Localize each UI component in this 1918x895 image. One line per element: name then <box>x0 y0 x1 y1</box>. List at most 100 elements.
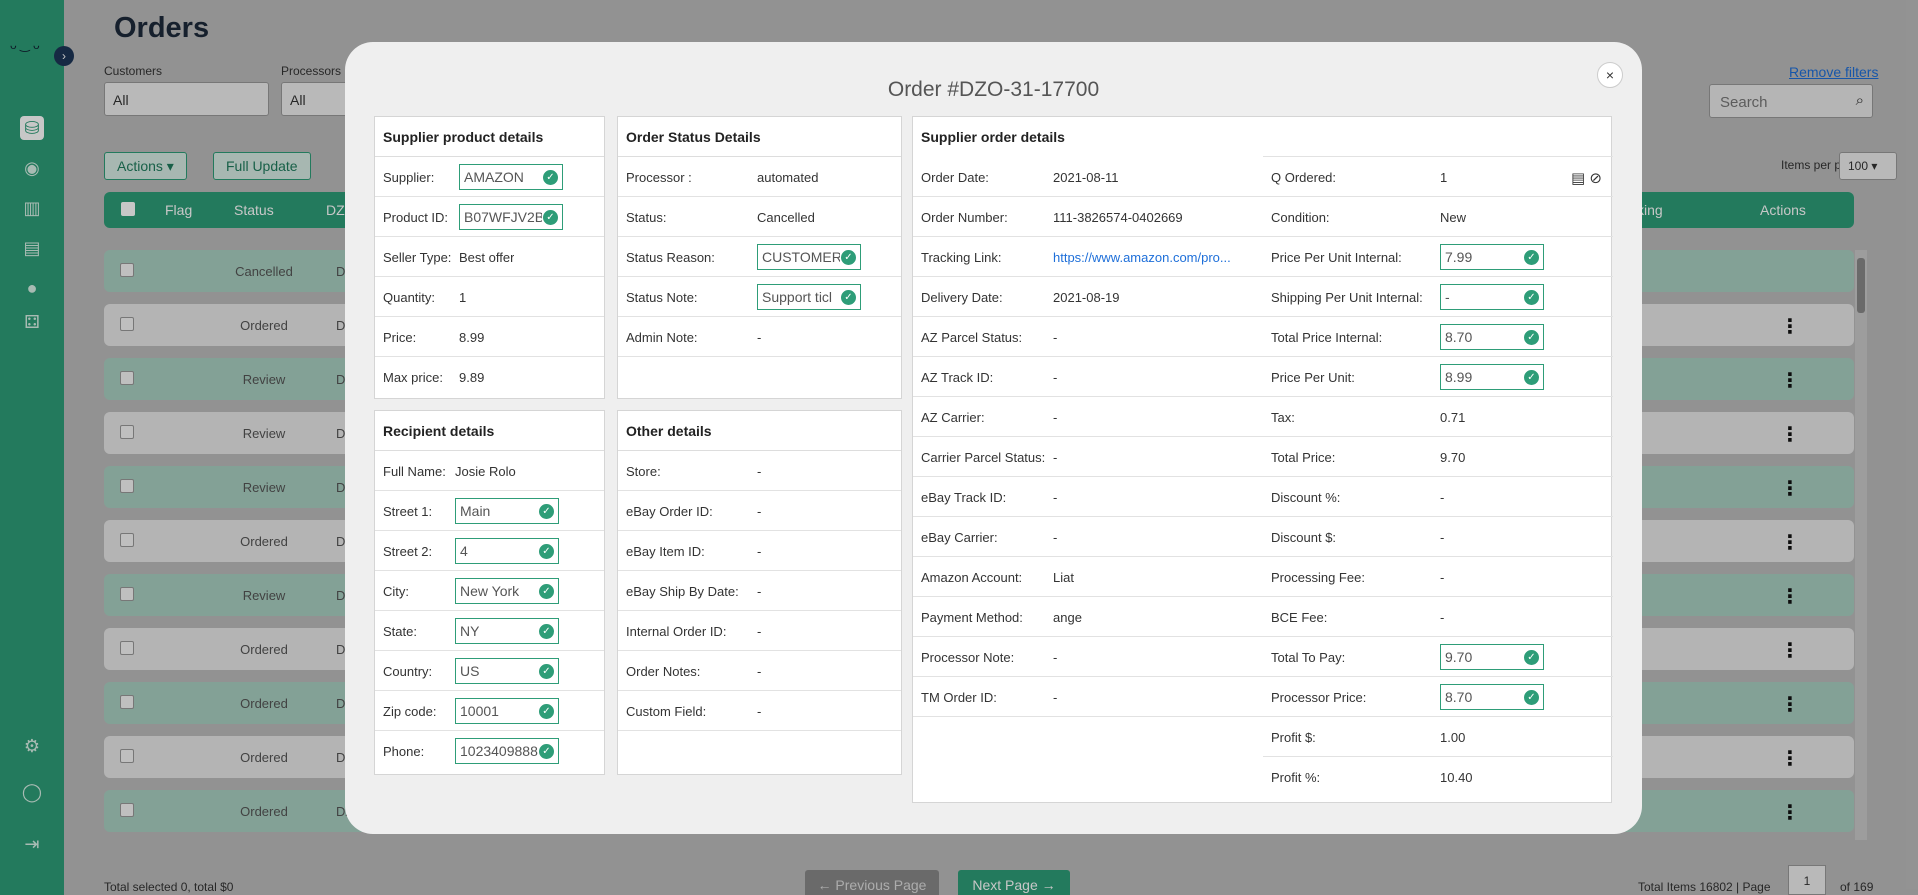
field-label: Order Notes: <box>626 664 701 679</box>
field-label: Status: <box>626 210 667 225</box>
field-row-processor-note: Processor Note: - <box>913 637 1263 677</box>
processor-price-input[interactable]: 8.70 ✓ <box>1440 684 1544 710</box>
order-notes-value: - <box>757 664 762 679</box>
delivery-date-value: 2021-08-19 <box>1053 290 1120 305</box>
field-label: Quantity: <box>383 290 436 305</box>
input-value: 8.99 <box>1445 369 1473 385</box>
supplier-order-card: Supplier order details Order Date: 2021-0… <box>912 116 1613 803</box>
field-label: Processor Note: <box>921 650 1015 665</box>
input-value: US <box>460 663 480 679</box>
field-label: Profit $: <box>1271 730 1316 745</box>
check-icon: ✓ <box>1524 330 1539 345</box>
field-row-shipping-per-unit-internal: Shipping Per Unit Internal: - ✓ <box>1263 277 1613 317</box>
field-label: Status Note: <box>626 290 698 305</box>
street-1-input[interactable]: Main ✓ <box>455 498 559 524</box>
field-row-store: Store: - <box>618 451 901 491</box>
city-input[interactable]: New York ✓ <box>455 578 559 604</box>
close-modal-button[interactable]: × <box>1597 62 1623 88</box>
field-label: eBay Item ID: <box>626 544 705 559</box>
street-2-input[interactable]: 4 ✓ <box>455 538 559 564</box>
field-label: Internal Order ID: <box>626 624 727 639</box>
field-label: Max price: <box>383 370 443 385</box>
field-label: Tax: <box>1271 410 1295 425</box>
product-id-input[interactable]: B07WFJV2B ✓ <box>459 204 563 230</box>
total-to-pay-input[interactable]: 9.70 ✓ <box>1440 644 1544 670</box>
field-row-street-2: Street 2: 4 ✓ <box>375 531 604 571</box>
order-date-value: 2021-08-11 <box>1053 170 1119 185</box>
status-reason-input[interactable]: CUSTOMER ✓ <box>757 244 861 270</box>
zip-code-input[interactable]: 10001 ✓ <box>455 698 559 724</box>
card-title: Supplier product details <box>375 117 604 157</box>
field-label: Price Per Unit Internal: <box>1271 250 1402 265</box>
field-row-carrier-parcel-status: Carrier Parcel Status: - <box>913 437 1263 477</box>
check-icon: ✓ <box>543 210 558 225</box>
field-label: Street 2: <box>383 544 433 559</box>
field-row-total-price-internal: Total Price Internal: 8.70 ✓ <box>1263 317 1613 357</box>
condition-value: New <box>1440 210 1467 225</box>
field-row-total-to-pay: Total To Pay: 9.70 ✓ <box>1263 637 1613 677</box>
check-icon: ✓ <box>1524 650 1539 665</box>
input-value: Support ticl <box>762 289 833 305</box>
check-icon: ✓ <box>539 504 554 519</box>
field-label: State: <box>383 624 417 639</box>
field-label: Product ID: <box>383 210 449 225</box>
field-label: Delivery Date: <box>921 290 1003 305</box>
custom-field-value: - <box>757 704 762 719</box>
az-track-id-value: - <box>1053 370 1058 385</box>
phone-input[interactable]: 1023409888 ✓ <box>455 738 559 764</box>
processor-value: automated <box>757 170 819 185</box>
ebay-track-id-value: - <box>1053 490 1058 505</box>
field-row-processor: Processor : automated <box>618 157 901 197</box>
check-icon: ✓ <box>539 744 554 759</box>
price-per-unit-internal-input[interactable]: 7.99 ✓ <box>1440 244 1544 270</box>
field-label: TM Order ID: <box>921 690 997 705</box>
field-label: Street 1: <box>383 504 433 519</box>
check-icon: ✓ <box>539 584 554 599</box>
field-row-tm-order-id: TM Order ID: - <box>913 677 1263 717</box>
input-value: AMAZON <box>464 169 524 185</box>
compass-icon[interactable]: ⊘ <box>1589 170 1602 187</box>
field-label: Admin Note: <box>626 330 698 345</box>
input-value: CUSTOMER <box>762 249 840 265</box>
profit-value: 1.00 <box>1440 730 1466 745</box>
shipping-per-unit-internal-input[interactable]: - ✓ <box>1440 284 1544 310</box>
field-label: Profit %: <box>1271 770 1321 785</box>
field-row-status-note: Status Note: Support ticl ✓ <box>618 277 901 317</box>
check-icon: ✓ <box>539 624 554 639</box>
field-label: eBay Order ID: <box>626 504 713 519</box>
field-row-discount: Discount $: - <box>1263 517 1613 557</box>
bce-fee-value: - <box>1440 610 1445 625</box>
field-row-delivery-date: Delivery Date: 2021-08-19 <box>913 277 1263 317</box>
processor-note-value: - <box>1053 650 1058 665</box>
modal-title: Order #DZO-31-17700 <box>887 78 1100 101</box>
state-input[interactable]: NY ✓ <box>455 618 559 644</box>
supplier-input[interactable]: AMAZON ✓ <box>459 164 563 190</box>
field-row-processing-fee: Processing Fee: - <box>1263 557 1613 597</box>
country-input[interactable]: US ✓ <box>455 658 559 684</box>
input-value: 10001 <box>460 703 499 719</box>
field-label: Processor Price: <box>1271 690 1367 705</box>
tracking-link-link[interactable]: https://www.amazon.com/pro... <box>1053 250 1231 265</box>
check-icon: ✓ <box>1524 290 1539 305</box>
field-label: Processor : <box>626 170 692 185</box>
field-row-product-id: Product ID: B07WFJV2B ✓ <box>375 197 604 237</box>
field-row-ebay-carrier: eBay Carrier: - <box>913 517 1263 557</box>
document-icon[interactable]: ▤ <box>1571 170 1585 187</box>
supplier-product-card: Supplier product details Supplier: AMAZON… <box>374 116 605 399</box>
status-note-input[interactable]: Support ticl ✓ <box>757 284 861 310</box>
order-number-value: 111-3826574-0402669 <box>1053 210 1183 225</box>
admin-note-value: - <box>757 330 762 345</box>
field-row-order-date: Order Date: 2021-08-11 <box>913 157 1263 197</box>
price-per-unit-input[interactable]: 8.99 ✓ <box>1440 364 1544 390</box>
field-row-az-track-id: AZ Track ID: - <box>913 357 1263 397</box>
field-label: Amazon Account: <box>921 570 1023 585</box>
ebay-carrier-value: - <box>1053 530 1058 545</box>
field-row-zip-code: Zip code: 10001 ✓ <box>375 691 604 731</box>
field-row-internal-order-id: Internal Order ID: - <box>618 611 901 651</box>
total-price-internal-input[interactable]: 8.70 ✓ <box>1440 324 1544 350</box>
field-label: City: <box>383 584 409 599</box>
field-label: AZ Track ID: <box>921 370 994 385</box>
field-row-city: City: New York ✓ <box>375 571 604 611</box>
field-row-total-price: Total Price: 9.70 <box>1263 437 1613 477</box>
field-row-bce-fee: BCE Fee: - <box>1263 597 1613 637</box>
